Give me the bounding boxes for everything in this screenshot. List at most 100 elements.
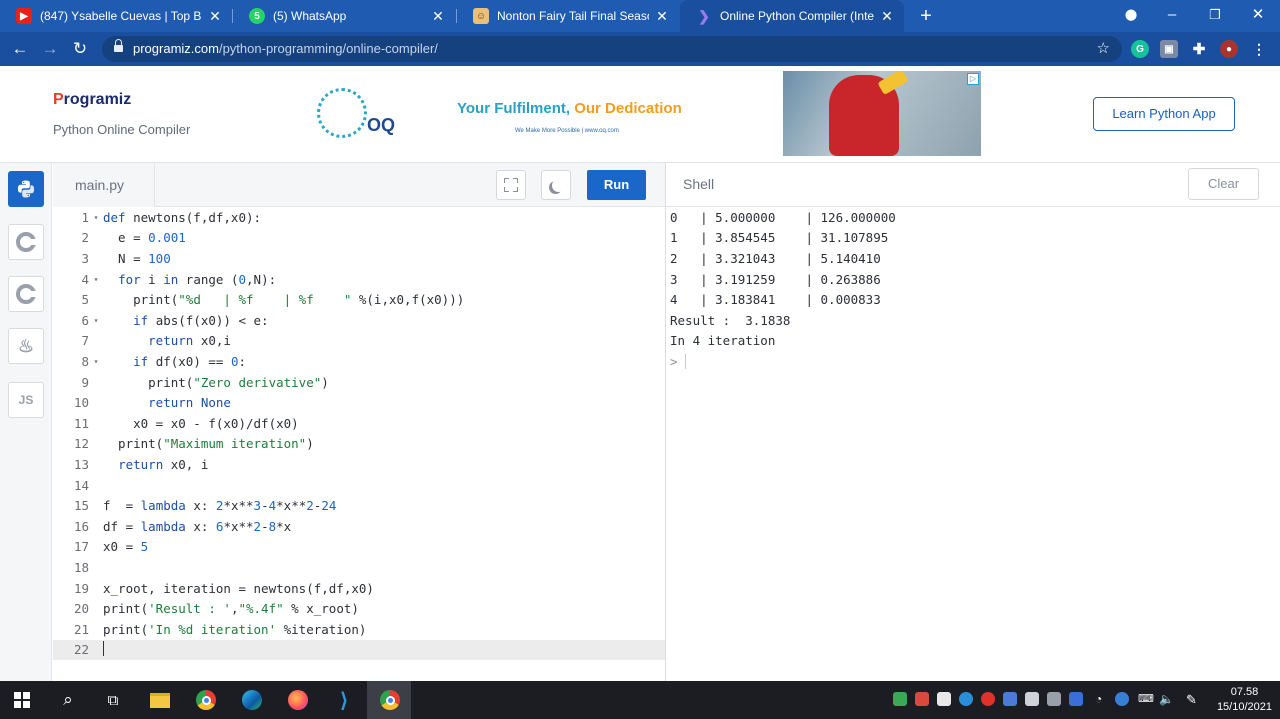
file-tab-main[interactable]: main.py [53, 163, 155, 207]
new-tab-button[interactable]: + [914, 4, 938, 28]
shell-prompt[interactable]: > [670, 351, 687, 372]
tray-security-icon[interactable] [1069, 692, 1083, 706]
c-language-icon[interactable] [8, 224, 44, 260]
tray-sync-icon[interactable] [1047, 692, 1061, 706]
code-line[interactable]: 3 N = 100 [53, 248, 665, 269]
tray-printer-icon[interactable] [937, 692, 951, 706]
close-icon[interactable]: ✕ [655, 8, 669, 25]
close-icon[interactable]: ✕ [431, 8, 445, 25]
profile-avatar[interactable]: ● [1220, 40, 1238, 58]
clear-button[interactable]: Clear [1188, 168, 1259, 200]
tab-programiz[interactable]: ❯ Online Python Compiler (Interpre ✕ [680, 0, 904, 32]
back-button[interactable]: ← [8, 37, 32, 61]
pen-icon[interactable]: ✎ [1186, 692, 1200, 707]
tab-whatsapp[interactable]: 5 (5) WhatsApp ✕ [233, 0, 455, 32]
vscode-icon[interactable]: ⟩ [331, 687, 357, 713]
keyboard-icon[interactable]: ⌨ [1138, 692, 1154, 706]
reload-button[interactable]: ↻ [68, 37, 92, 61]
code-line[interactable]: 15 f = lambda x: 2*x**3-4*x**2-24 [53, 495, 665, 516]
moon-icon [552, 179, 565, 192]
shell-title: Shell [683, 176, 715, 192]
tab-anime[interactable]: ☺ Nonton Fairy Tail Final Season Ep ✕ [457, 0, 679, 32]
system-clock[interactable]: 07.58 15/10/2021 [1217, 685, 1272, 715]
code-line[interactable]: 2 e = 0.001 [53, 228, 665, 249]
programiz-logo[interactable]: Programiz [53, 91, 131, 109]
ad-headline: Your Fulfilment, Our Dedication [457, 100, 682, 117]
code-line[interactable]: 13 return x0, i [53, 454, 665, 475]
bookmark-star-icon[interactable]: ☆ [1097, 39, 1110, 57]
code-line[interactable]: 10 return None [53, 392, 665, 413]
grammarly-icon[interactable]: G [1131, 40, 1149, 58]
chrome-menu-icon[interactable]: ⬤ [1109, 0, 1153, 32]
extension-copy-icon[interactable]: ▣ [1160, 40, 1178, 58]
chrome-active-taskbar-icon[interactable] [377, 687, 403, 713]
code-line[interactable]: 9 print("Zero derivative") [53, 372, 665, 393]
tray-battery-icon[interactable] [1025, 692, 1039, 706]
code-line[interactable]: 22 [53, 639, 665, 661]
firefox-icon[interactable] [285, 687, 311, 713]
fold-arrow-icon[interactable]: ▾ [89, 275, 103, 284]
volume-icon[interactable]: 🔈 [1159, 692, 1174, 706]
search-icon[interactable]: ⌕ [55, 687, 81, 713]
chrome-more-icon[interactable]: ⋮ [1250, 40, 1268, 58]
shell-output-line: 1 | 3.854545 | 31.107895 [670, 230, 889, 246]
file-explorer-icon[interactable] [147, 687, 173, 713]
code-line[interactable]: 20 print('Result : ',"%.4f" % x_root) [53, 598, 665, 619]
code-editor[interactable]: 1 ▾ def newtons(f,df,x0): 2 e = 0.001 3 N = … [53, 207, 665, 681]
minimize-button[interactable]: – [1150, 0, 1194, 32]
run-button[interactable]: Run [587, 170, 646, 200]
code-line[interactable]: 18 [53, 557, 665, 578]
browser-tab-bar: ▶ (847) Ysabelle Cuevas | Top Best ✕ 5 (… [0, 0, 1280, 32]
close-icon[interactable]: ✕ [880, 8, 894, 25]
address-bar[interactable]: programiz.com/python-programming/online-… [102, 36, 1122, 62]
wifi-icon[interactable]: ◔ [1095, 692, 1109, 706]
tray-network-app-icon[interactable] [959, 692, 973, 706]
chrome-taskbar-icon[interactable] [193, 687, 219, 713]
forward-button[interactable]: → [38, 37, 62, 61]
java-language-icon[interactable]: ♨ [8, 328, 44, 364]
line-number: 21 [73, 621, 89, 637]
programiz-icon: ❯ [698, 7, 710, 24]
python-language-icon[interactable] [8, 171, 44, 207]
code-line[interactable]: 7 return x0,i [53, 331, 665, 352]
code-line[interactable]: 1 ▾ def newtons(f,df,x0): [53, 207, 665, 228]
fold-arrow-icon[interactable]: ▾ [89, 316, 103, 325]
code-text: return x0,i [148, 333, 231, 349]
code-line[interactable]: 14 [53, 475, 665, 496]
edge-icon[interactable] [239, 687, 265, 713]
restore-button[interactable]: ❐ [1193, 0, 1237, 32]
page-subtitle: Python Online Compiler [53, 122, 191, 137]
task-view-icon[interactable]: ⧉ [100, 687, 126, 713]
code-line[interactable]: 5 print("%d | %f | %f " %(i,x0,f(x0))) [53, 289, 665, 310]
code-line[interactable]: 8 ▾ if df(x0) == 0: [53, 351, 665, 372]
code-line[interactable]: 21 print('In %d iteration' %iteration) [53, 619, 665, 640]
cpp-language-icon[interactable] [8, 276, 44, 312]
tray-app-icon[interactable] [893, 692, 907, 706]
start-button[interactable] [9, 687, 35, 713]
url-path: /python-programming/online-compiler/ [218, 41, 438, 56]
advertisement-banner[interactable]: OQ Your Fulfilment, Our Dedication We Ma… [299, 71, 981, 156]
close-icon[interactable]: ✕ [208, 8, 222, 25]
tray-chat-icon[interactable] [1003, 692, 1017, 706]
code-line[interactable]: 16 df = lambda x: 6*x**2-8*x [53, 516, 665, 537]
adchoices-icon[interactable]: ▷ [967, 73, 979, 85]
code-line[interactable]: 6 ▾ if abs(f(x0)) < e: [53, 310, 665, 331]
tab-youtube[interactable]: ▶ (847) Ysabelle Cuevas | Top Best ✕ [0, 0, 232, 32]
code-line[interactable]: 17 x0 = 5 [53, 537, 665, 558]
learn-python-app-button[interactable]: Learn Python App [1093, 97, 1235, 131]
close-window-button[interactable]: ✕ [1236, 0, 1280, 32]
dark-mode-button[interactable] [541, 170, 571, 200]
tray-update-icon[interactable] [1115, 692, 1129, 706]
code-line[interactable]: 11 x0 = x0 - f(x0)/df(x0) [53, 413, 665, 434]
fold-arrow-icon[interactable]: ▾ [89, 357, 103, 366]
javascript-language-icon[interactable]: JS [8, 382, 44, 418]
fold-arrow-icon[interactable]: ▾ [89, 213, 103, 222]
code-line[interactable]: 12 print("Maximum iteration") [53, 434, 665, 455]
extensions-puzzle-icon[interactable]: ✚ [1190, 40, 1208, 58]
code-line[interactable]: 4 ▾ for i in range (0,N): [53, 269, 665, 290]
shell-output[interactable]: 0 | 5.000000 | 126.000000 1 | 3.854545 | … [670, 207, 1276, 681]
fullscreen-button[interactable] [496, 170, 526, 200]
tray-shield-icon[interactable] [915, 692, 929, 706]
code-line[interactable]: 19 x_root, iteration = newtons(f,df,x0) [53, 578, 665, 599]
tray-opera-icon[interactable] [981, 692, 995, 706]
